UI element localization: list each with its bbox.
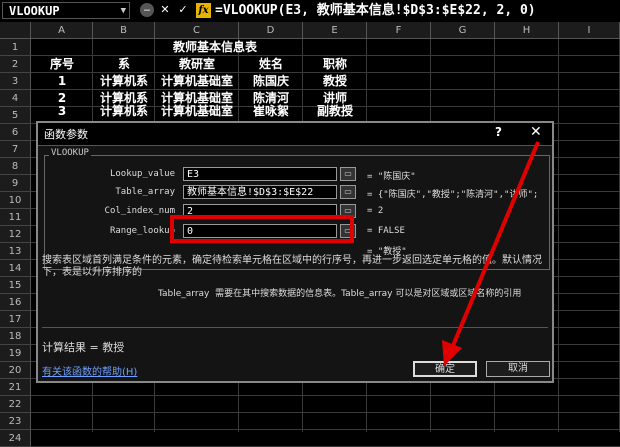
row-header-6[interactable]: 6: [0, 124, 31, 141]
table-cell[interactable]: 计算机系: [93, 73, 155, 90]
enter-icon[interactable]: ✓: [176, 3, 190, 17]
table-cell[interactable]: 副教授: [303, 103, 367, 118]
divider: [42, 327, 548, 328]
grid-line: [558, 39, 559, 432]
column-header-g[interactable]: G: [431, 22, 495, 39]
grid-line: [31, 395, 620, 396]
dialog-title: 函数参数: [44, 128, 88, 141]
help-icon[interactable]: ?: [495, 125, 502, 139]
name-box[interactable]: VLOOKUP ▼: [2, 2, 130, 19]
header-cell[interactable]: 职称: [303, 56, 367, 73]
cancel-icon[interactable]: ✕: [158, 3, 172, 17]
param-label-table-array: Table_array: [115, 187, 175, 197]
arguments-group: VLOOKUP Lookup_value E3 ▭ = "陈国庆" Table_…: [44, 148, 550, 270]
row-header-13[interactable]: 13: [0, 243, 31, 260]
row-header-17[interactable]: 17: [0, 311, 31, 328]
row-header-5[interactable]: 5: [0, 107, 31, 124]
column-header-d[interactable]: D: [239, 22, 303, 39]
chevron-down-icon[interactable]: ▼: [121, 3, 126, 20]
row-header-18[interactable]: 18: [0, 328, 31, 345]
row-header-22[interactable]: 22: [0, 396, 31, 413]
param-name: Table_array: [158, 289, 210, 299]
table-cell[interactable]: 1: [31, 73, 93, 90]
table-cell[interactable]: 陈国庆: [239, 73, 303, 90]
table-cell[interactable]: 教授: [303, 73, 367, 90]
row-header-19[interactable]: 19: [0, 345, 31, 362]
calculation-result: 计算结果 = 教授: [42, 341, 125, 354]
table-cell[interactable]: 3: [31, 103, 93, 118]
param-result: = 2: [367, 206, 384, 216]
table-cell[interactable]: 崔咏絮: [239, 103, 303, 118]
table-array-input[interactable]: 教师基本信息!$D$3:$E$22: [183, 185, 337, 199]
function-description: 搜索表区域首列满足条件的元素，确定待检索单元格在区域中的行序号，再进一步返回选定…: [42, 255, 542, 278]
minimize-icon: ‒: [140, 3, 154, 17]
row-header-16[interactable]: 16: [0, 294, 31, 311]
row-header-8[interactable]: 8: [0, 158, 31, 175]
row-header-12[interactable]: 12: [0, 226, 31, 243]
param-result: = {"陈国庆","教授";"陈清河","讲师";: [367, 190, 539, 200]
grid-line: [31, 429, 620, 430]
column-header-b[interactable]: B: [93, 22, 155, 39]
grid-line: [31, 412, 620, 413]
row-header-9[interactable]: 9: [0, 175, 31, 192]
row-header-14[interactable]: 14: [0, 260, 31, 277]
cancel-button[interactable]: 取消: [486, 361, 550, 377]
collapse-dialog-icon[interactable]: ▭: [340, 185, 356, 199]
column-header-i[interactable]: I: [559, 22, 620, 39]
row-header-1[interactable]: 1: [0, 39, 31, 56]
highlight-box: [170, 215, 354, 243]
row-header-24[interactable]: 24: [0, 430, 31, 447]
row-header-4[interactable]: 4: [0, 90, 31, 107]
param-description: Table_array 需要在其中搜索数据的信息表。Table_array 可以…: [158, 288, 550, 300]
help-link[interactable]: 有关该函数的帮助(H): [42, 363, 137, 378]
row-header-3[interactable]: 3: [0, 73, 31, 90]
column-header-f[interactable]: F: [367, 22, 431, 39]
header-cell[interactable]: 教研室: [155, 56, 239, 73]
column-header-a[interactable]: A: [31, 22, 93, 39]
row-header-2[interactable]: 2: [0, 56, 31, 73]
param-result: = FALSE: [367, 226, 405, 236]
param-description-text: 需要在其中搜索数据的信息表。Table_array 可以是对区域或区域名称的引用: [215, 289, 522, 299]
row-header-7[interactable]: 7: [0, 141, 31, 158]
formula-input[interactable]: =VLOOKUP(E3, 教师基本信息!$D$3:$E$22, 2, 0): [215, 2, 536, 20]
column-header-e[interactable]: E: [303, 22, 367, 39]
row-header-11[interactable]: 11: [0, 209, 31, 226]
insert-function-icon[interactable]: fx: [196, 3, 211, 18]
sheet-title[interactable]: 教师基本信息表: [130, 39, 300, 56]
header-cell[interactable]: 序号: [31, 56, 93, 73]
close-icon[interactable]: ✕: [530, 124, 542, 140]
row-header-15[interactable]: 15: [0, 277, 31, 294]
formula-bar: VLOOKUP ▼ ‒ ✕ ✓ fx =VLOOKUP(E3, 教师基本信息!$D…: [0, 0, 620, 23]
param-label-lookup-value: Lookup_value: [109, 169, 175, 179]
collapse-dialog-icon[interactable]: ▭: [340, 167, 356, 181]
select-all-corner[interactable]: [0, 22, 31, 39]
ok-button[interactable]: 确定: [413, 361, 477, 377]
row-header-23[interactable]: 23: [0, 413, 31, 430]
param-label-range-lookup: Range_lookup: [109, 226, 175, 236]
group-label: VLOOKUP: [49, 148, 91, 158]
header-cell[interactable]: 姓名: [239, 56, 303, 73]
table-cell[interactable]: 计算机基础室: [155, 103, 239, 118]
header-cell[interactable]: 系: [93, 56, 155, 73]
row-header-10[interactable]: 10: [0, 192, 31, 209]
param-label-col-index-num: Col_index_num: [104, 206, 175, 216]
table-cell[interactable]: 计算机系: [93, 103, 155, 118]
param-result: = "陈国庆": [367, 172, 416, 182]
dialog-title-bar[interactable]: 函数参数 ? ✕: [38, 123, 552, 146]
lookup-value-input[interactable]: E3: [183, 167, 337, 181]
table-cell[interactable]: 计算机基础室: [155, 73, 239, 90]
column-header-c[interactable]: C: [155, 22, 239, 39]
row-header-21[interactable]: 21: [0, 379, 31, 396]
column-header-h[interactable]: H: [495, 22, 559, 39]
row-header-20[interactable]: 20: [0, 362, 31, 379]
